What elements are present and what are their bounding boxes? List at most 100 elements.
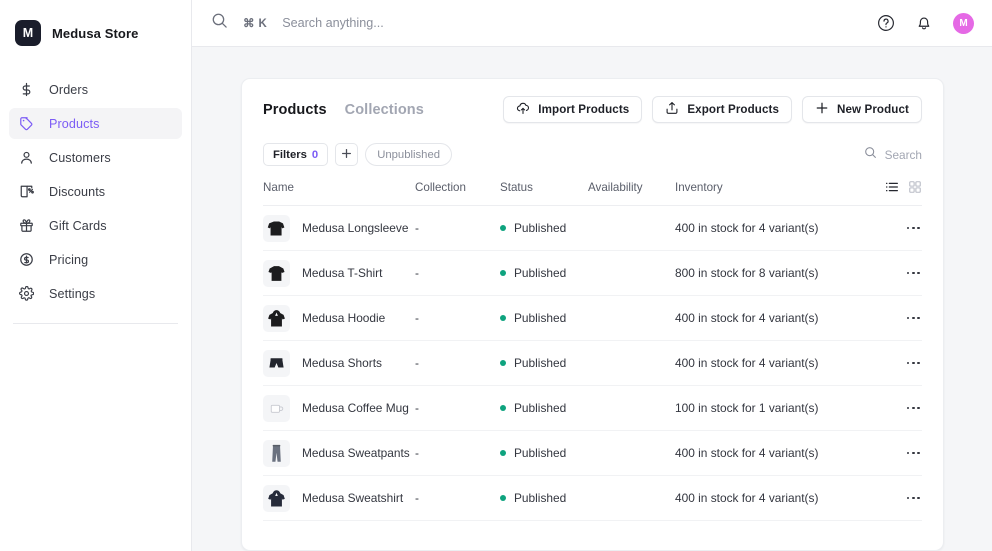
avatar[interactable]: M xyxy=(953,12,974,34)
sidebar-item-orders[interactable]: Orders xyxy=(9,74,182,105)
card-header: Products Collections Import Products Exp… xyxy=(263,96,922,123)
status-label: Published xyxy=(514,356,567,370)
list-view-icon[interactable] xyxy=(885,180,899,194)
product-availability xyxy=(588,430,675,476)
grid-view-icon[interactable] xyxy=(908,180,922,194)
more-horizontal-icon[interactable] xyxy=(876,451,922,455)
table-body: Medusa Longsleeve - Published 400 in sto… xyxy=(263,205,922,521)
product-name: Medusa Coffee Mug xyxy=(302,401,409,415)
table-search-input[interactable]: Search xyxy=(864,146,922,164)
product-availability xyxy=(588,340,675,386)
product-collection: - xyxy=(415,340,500,386)
sidebar-item-products[interactable]: Products xyxy=(9,108,182,139)
product-availability xyxy=(588,250,675,296)
column-header-name[interactable]: Name xyxy=(263,180,415,206)
bell-icon[interactable] xyxy=(915,14,933,32)
more-horizontal-icon[interactable] xyxy=(876,496,922,500)
longsleeve-thumb xyxy=(263,214,290,242)
sidebar-item-label: Pricing xyxy=(49,252,89,267)
product-inventory: 400 in stock for 4 variant(s) xyxy=(675,295,876,341)
status-label: Published xyxy=(514,266,567,280)
sidebar-item-label: Orders xyxy=(49,82,89,97)
cloud-upload-icon xyxy=(516,101,530,118)
sidebar-item-label: Products xyxy=(49,116,100,131)
product-inventory: 400 in stock for 4 variant(s) xyxy=(675,340,876,386)
column-header-status[interactable]: Status xyxy=(500,180,588,206)
new-product-button[interactable]: New Product xyxy=(802,96,922,123)
tag-icon xyxy=(18,116,34,132)
more-horizontal-icon[interactable] xyxy=(876,271,922,275)
brand[interactable]: M Medusa Store xyxy=(0,0,191,52)
products-card: Products Collections Import Products Exp… xyxy=(241,78,944,551)
gift-icon xyxy=(18,218,34,234)
add-filter-button[interactable] xyxy=(335,143,359,166)
plus-icon xyxy=(815,101,829,118)
product-collection: - xyxy=(415,430,500,476)
export-products-label: Export Products xyxy=(687,103,780,116)
status-dot xyxy=(500,315,506,321)
product-inventory: 100 in stock for 1 variant(s) xyxy=(675,385,876,431)
filters-button[interactable]: Filters 0 xyxy=(263,143,329,166)
global-search-input[interactable]: ⌘ K Search anything... xyxy=(211,12,877,34)
status-dot xyxy=(500,225,506,231)
export-icon xyxy=(665,101,679,118)
tab-collections[interactable]: Collections xyxy=(345,102,424,118)
sidebar-item-label: Gift Cards xyxy=(49,218,107,233)
column-header-availability[interactable]: Availability xyxy=(588,180,675,206)
more-horizontal-icon[interactable] xyxy=(876,406,922,410)
product-collection: - xyxy=(415,385,500,431)
sidebar-item-gift-cards[interactable]: Gift Cards xyxy=(9,210,182,241)
product-availability xyxy=(588,205,675,251)
table-row[interactable]: Medusa Hoodie - Published 400 in stock f… xyxy=(263,295,922,341)
status-label: Published xyxy=(514,401,567,415)
search-icon xyxy=(864,146,877,164)
products-table: Name Collection Status Availability Inve… xyxy=(263,180,922,521)
table-row[interactable]: Medusa Longsleeve - Published 400 in sto… xyxy=(263,205,922,251)
search-placeholder: Search anything... xyxy=(282,16,384,30)
import-products-label: Import Products xyxy=(538,103,630,116)
discount-icon xyxy=(18,184,34,200)
sidebar-item-settings[interactable]: Settings xyxy=(9,278,182,309)
new-product-label: New Product xyxy=(837,103,909,116)
brand-logo: M xyxy=(15,20,41,46)
status-dot xyxy=(500,270,506,276)
sidebar-item-label: Settings xyxy=(49,286,96,301)
product-inventory: 400 in stock for 4 variant(s) xyxy=(675,430,876,476)
sidebar-item-label: Discounts xyxy=(49,184,106,199)
column-header-inventory[interactable]: Inventory xyxy=(675,180,876,206)
sidebar-item-discounts[interactable]: Discounts xyxy=(9,176,182,207)
sidebar-item-customers[interactable]: Customers xyxy=(9,142,182,173)
import-products-button[interactable]: Import Products xyxy=(503,96,643,123)
more-horizontal-icon[interactable] xyxy=(876,226,922,230)
help-circle-icon[interactable] xyxy=(877,14,895,32)
column-header-collection[interactable]: Collection xyxy=(415,180,500,206)
more-horizontal-icon[interactable] xyxy=(876,316,922,320)
search-icon xyxy=(211,12,228,34)
tab-products[interactable]: Products xyxy=(263,102,327,118)
more-horizontal-icon[interactable] xyxy=(876,361,922,365)
table-header-row: Name Collection Status Availability Inve… xyxy=(263,180,922,206)
product-availability xyxy=(588,385,675,431)
filter-bar: Filters 0 Unpublished Search xyxy=(263,143,922,166)
main-area: ⌘ K Search anything... M Products Collec… xyxy=(192,0,992,551)
page-tabs: Products Collections xyxy=(263,102,424,118)
tshirt-thumb xyxy=(263,259,290,287)
table-row[interactable]: Medusa Sweatpants - Published 400 in sto… xyxy=(263,430,922,476)
dollar-icon xyxy=(18,82,34,98)
table-row[interactable]: Medusa Sweatshirt - Published 400 in sto… xyxy=(263,475,922,521)
product-availability xyxy=(588,295,675,341)
status-label: Published xyxy=(514,311,567,325)
table-row[interactable]: Medusa T-Shirt - Published 800 in stock … xyxy=(263,250,922,296)
table-row[interactable]: Medusa Shorts - Published 400 in stock f… xyxy=(263,340,922,386)
filter-chip-unpublished[interactable]: Unpublished xyxy=(365,143,453,166)
sidebar-divider xyxy=(13,323,178,324)
sidebar-item-pricing[interactable]: Pricing xyxy=(9,244,182,275)
hoodie-thumb xyxy=(263,304,290,332)
plus-icon xyxy=(341,148,352,162)
table-row[interactable]: Medusa Coffee Mug - Published 100 in sto… xyxy=(263,385,922,431)
export-products-button[interactable]: Export Products xyxy=(652,96,793,123)
user-icon xyxy=(18,150,34,166)
status-dot xyxy=(500,405,506,411)
filters-count: 0 xyxy=(311,148,319,161)
status-label: Published xyxy=(514,446,567,460)
